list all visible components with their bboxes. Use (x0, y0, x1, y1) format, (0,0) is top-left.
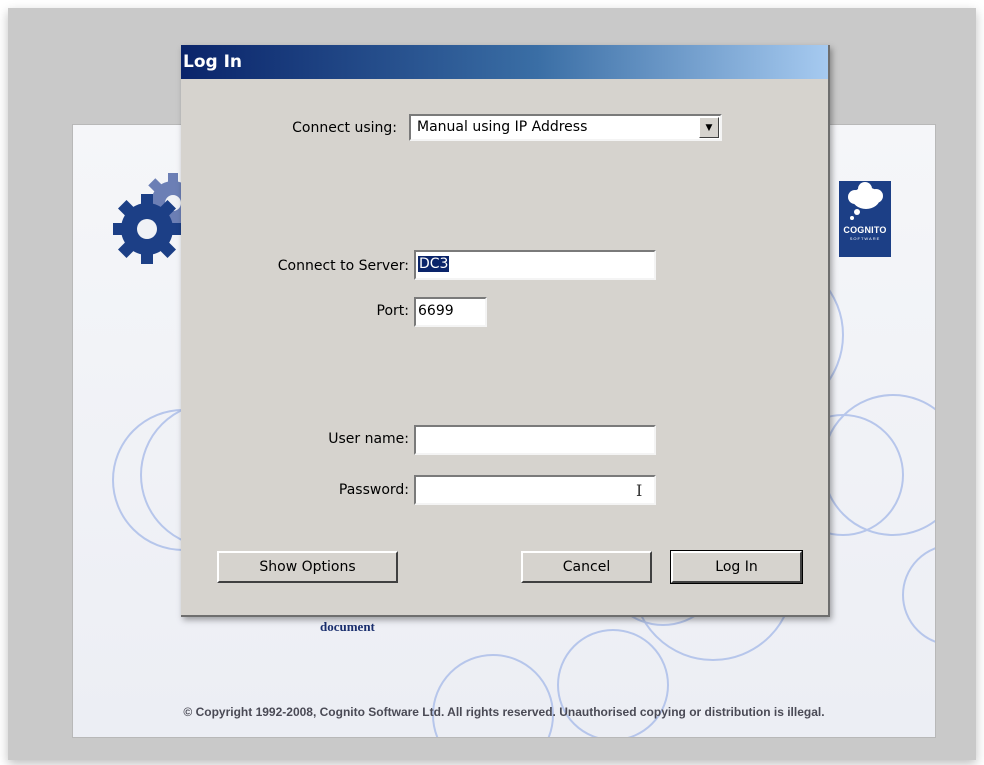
port-input-value: 6699 (418, 303, 454, 319)
copyright-notice: © Copyright 1992-2008, Cognito Software … (183, 705, 825, 719)
connect-using-dropdown[interactable]: Manual using IP Address ▼ (409, 114, 722, 141)
username-input[interactable] (414, 425, 656, 455)
port-label: Port: (376, 303, 409, 319)
server-input[interactable]: DC3 (414, 250, 656, 280)
show-options-button[interactable]: Show Options (217, 551, 398, 583)
cancel-button[interactable]: Cancel (521, 551, 652, 583)
document-label: document (320, 619, 375, 634)
cognito-logo: COGNITO SOFTWARE (839, 181, 891, 257)
connect-using-label: Connect using: (292, 120, 397, 136)
log-in-button[interactable]: Log In (670, 550, 803, 584)
dialog-title: Log In (181, 45, 828, 79)
text-cursor-icon: I (636, 481, 643, 500)
dropdown-arrow-icon[interactable]: ▼ (699, 117, 719, 138)
password-label: Password: (338, 482, 409, 498)
cognito-logo-text: COGNITO (843, 225, 887, 235)
port-input[interactable]: 6699 (414, 297, 487, 327)
connect-to-server-label: Connect to Server: (277, 258, 409, 274)
thought-cloud-icon (848, 182, 883, 220)
cognito-logo-subtext: SOFTWARE (849, 236, 881, 241)
password-input[interactable]: I (414, 475, 656, 505)
connect-using-value: Manual using IP Address (417, 119, 588, 135)
username-label: User name: (328, 431, 409, 447)
login-dialog: Log In Connect using: Manual using IP Ad… (181, 45, 830, 617)
server-input-value: DC3 (418, 256, 450, 272)
